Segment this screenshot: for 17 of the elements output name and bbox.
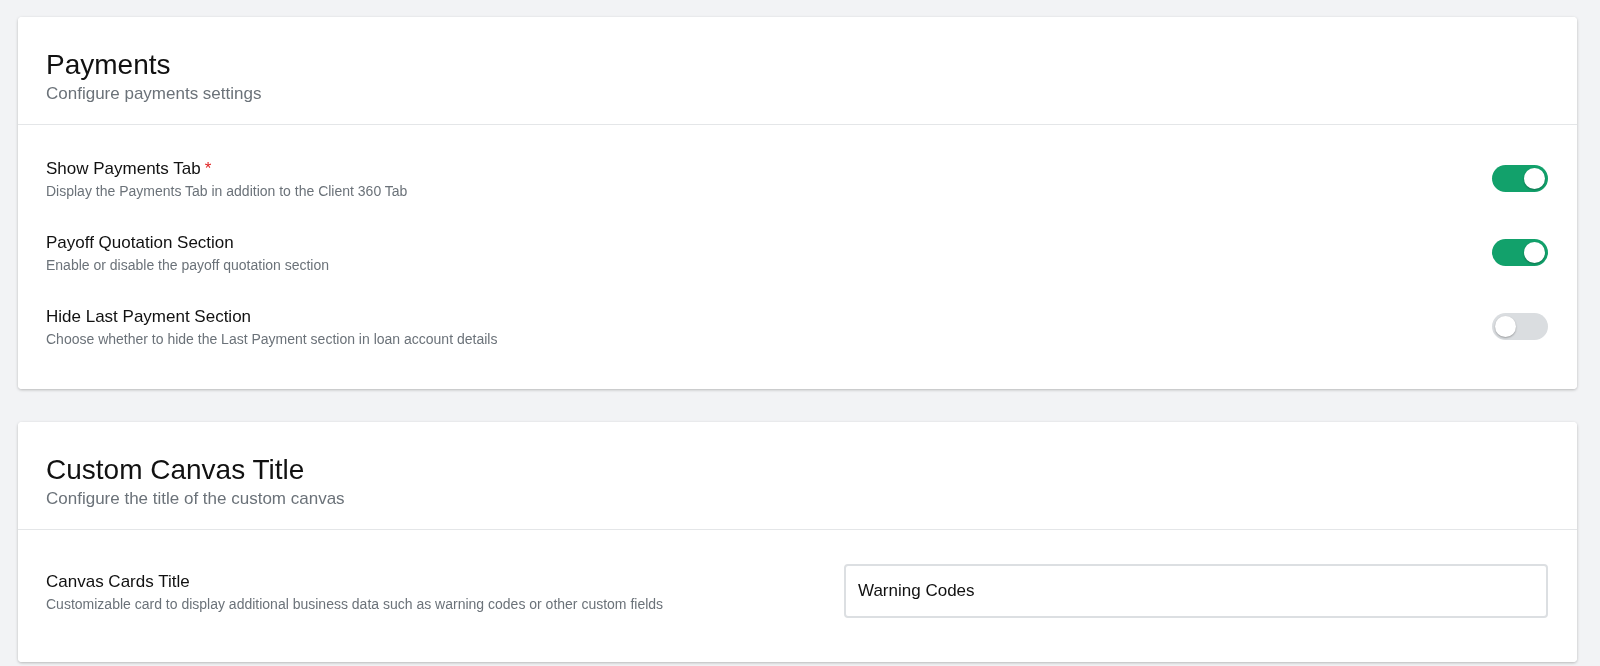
setting-label: Canvas Cards Title bbox=[46, 571, 190, 591]
setting-description: Display the Payments Tab in addition to the Client 360 Tab bbox=[46, 182, 408, 199]
setting-description: Choose whether to hide the Last Payment section in loan account details bbox=[46, 330, 498, 347]
toggle-switch[interactable] bbox=[1492, 238, 1548, 266]
setting-description: Customizable card to display additional business data such as warning codes or other custom fields bbox=[46, 595, 664, 612]
toggle-switch[interactable] bbox=[1492, 312, 1548, 340]
input-field[interactable]: Warning Codes bbox=[844, 564, 1548, 618]
setting-description: Enable or disable the payoff quotation section bbox=[46, 256, 330, 273]
setting-label: Show Payments Tab bbox=[46, 158, 201, 178]
setting-label: Hide Last Payment Section bbox=[46, 306, 252, 326]
card-title: Payments bbox=[46, 48, 172, 82]
toggle-switch[interactable] bbox=[1492, 164, 1548, 192]
card-subtitle: Configure payments settings bbox=[46, 84, 263, 104]
required-mark: * bbox=[204, 158, 212, 178]
setting-label: Payoff Quotation Section bbox=[46, 232, 234, 252]
card-subtitle: Configure the title of the custom canvas bbox=[46, 489, 346, 509]
card-title: Custom Canvas Title bbox=[46, 453, 306, 487]
